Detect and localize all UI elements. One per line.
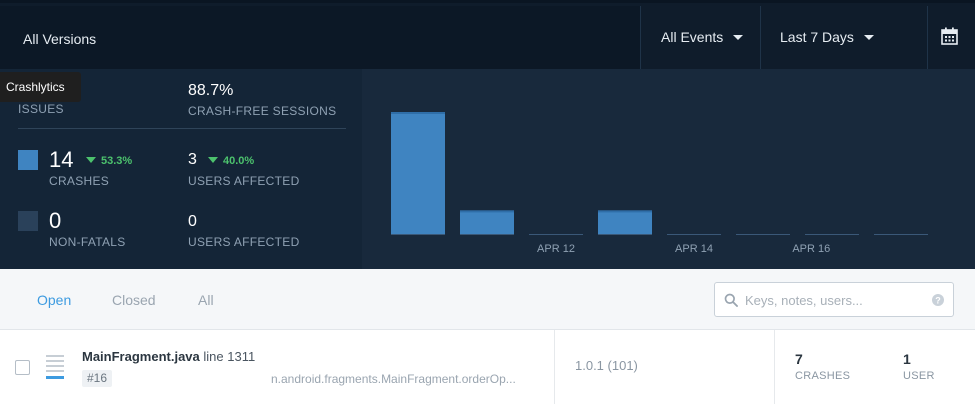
row-checkbox[interactable] (15, 360, 30, 375)
crash-free-label: CRASH-FREE SESSIONS (188, 104, 337, 118)
chart-baseline (529, 234, 583, 235)
search-box[interactable]: ? (714, 282, 954, 317)
stack-trace-icon (46, 355, 64, 379)
chart-baseline (736, 234, 790, 235)
crash-chart: APR 12 APR 14 APR 16 (362, 69, 975, 269)
crashlytics-tooltip: Crashlytics (0, 72, 81, 102)
calendar-icon[interactable] (941, 27, 958, 45)
issue-line: line 1311 (203, 349, 256, 364)
crashes-count: 7 (795, 351, 803, 367)
date-range-label: Last 7 Days (780, 29, 854, 45)
chart-bar-top (460, 210, 514, 213)
chart-baseline (667, 234, 721, 235)
chart-baseline (460, 234, 514, 235)
search-icon (724, 293, 738, 307)
versions-filter[interactable]: All Versions (0, 6, 640, 71)
tab-closed[interactable]: Closed (112, 292, 156, 308)
issue-file: MainFragment.java (82, 349, 200, 364)
chart-bar[interactable] (391, 112, 445, 235)
issue-number-badge: #16 (82, 370, 113, 387)
nonfatals-label: NON-FATALS (49, 235, 126, 249)
crashes-delta-value: 53.3% (101, 155, 133, 167)
filter-bar: All Versions All Events Last 7 Days (0, 0, 975, 71)
crashes-delta: 53.3% (86, 155, 132, 167)
issue-version: 1.0.1 (101) (575, 358, 638, 373)
caret-down-icon (733, 35, 744, 40)
crash-bar-chart: APR 12 APR 14 APR 16 (391, 112, 928, 255)
issues-label: ISSUES (18, 102, 64, 116)
divider (640, 6, 641, 71)
crashes-value: 14 (49, 147, 74, 172)
nonfatal-users-value: 0 (188, 213, 197, 230)
divider (760, 6, 761, 71)
date-range-dropdown[interactable]: Last 7 Days (780, 29, 874, 45)
chart-bar-top (598, 210, 652, 213)
users-count: 1 (903, 351, 911, 367)
crash-users-label: USERS AFFECTED (188, 174, 300, 188)
events-dropdown[interactable]: All Events (661, 29, 744, 45)
search-input[interactable] (745, 291, 925, 309)
x-tick-label: APR 12 (537, 243, 575, 255)
crash-users-delta-value: 40.0% (223, 155, 255, 167)
tab-open[interactable]: Open (37, 292, 71, 308)
chart-baseline (598, 234, 652, 235)
trend-down-icon (208, 157, 218, 163)
crash-free-value: 88.7% (188, 82, 234, 99)
divider (927, 6, 928, 71)
users-count-label: USER (903, 370, 935, 382)
chart-baseline (391, 234, 445, 235)
crashes-swatch[interactable] (18, 150, 38, 170)
issue-method: n.android.fragments.MainFragment.orderOp… (271, 372, 516, 386)
chart-bar[interactable] (598, 210, 652, 235)
crash-users-delta: 40.0% (208, 155, 254, 167)
issue-tabs-bar: Open Closed All ? (0, 269, 975, 330)
divider (18, 128, 346, 129)
x-tick-label: APR 16 (792, 243, 830, 255)
chart-baseline (874, 234, 928, 235)
crashes-count-label: CRASHES (795, 370, 851, 382)
chart-bar-top (391, 112, 445, 114)
versions-filter-label: All Versions (23, 31, 97, 47)
nonfatal-users-label: USERS AFFECTED (188, 235, 300, 249)
nonfatals-value: 0 (49, 208, 62, 233)
divider (554, 330, 555, 404)
chart-bar[interactable] (460, 210, 514, 235)
tab-all[interactable]: All (198, 292, 214, 308)
table-row[interactable]: MainFragment.java line 1311 #16 n.androi… (0, 330, 975, 404)
help-icon[interactable]: ? (932, 294, 944, 306)
trend-down-icon (86, 157, 96, 163)
chart-baseline (805, 234, 859, 235)
crash-users-value: 3 (188, 151, 197, 168)
issue-title[interactable]: MainFragment.java line 1311 (82, 349, 255, 364)
crashes-label: CRASHES (49, 174, 110, 188)
events-dropdown-label: All Events (661, 29, 724, 45)
caret-down-icon (863, 35, 874, 40)
svg-text:?: ? (935, 296, 941, 306)
x-tick-label: APR 14 (675, 243, 713, 255)
nonfatals-swatch[interactable] (18, 211, 38, 231)
divider (774, 330, 775, 404)
